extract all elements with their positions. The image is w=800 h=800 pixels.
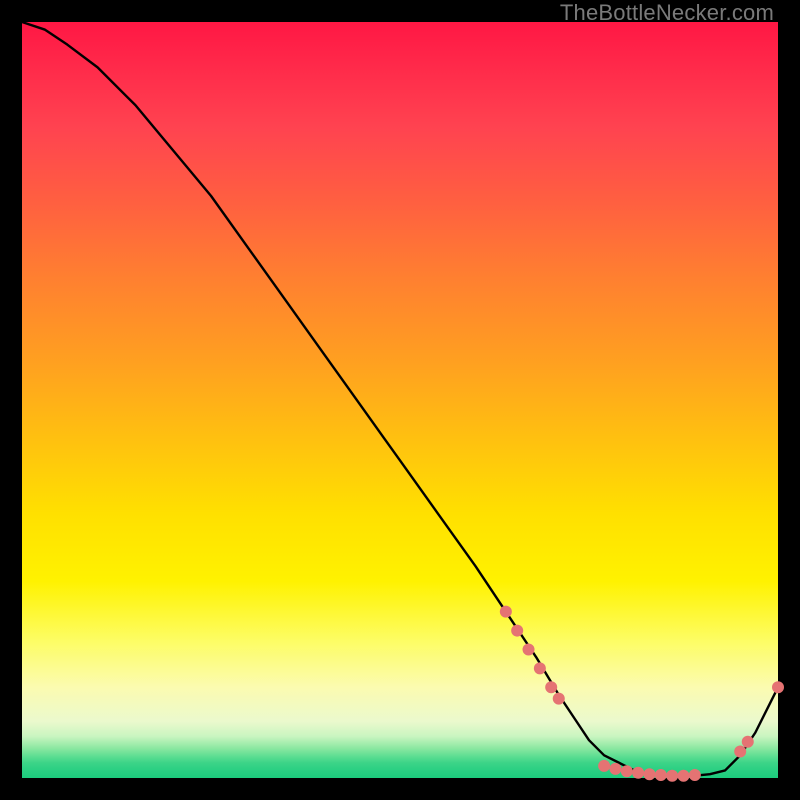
data-marker <box>553 693 565 705</box>
bottleneck-curve-svg <box>22 22 778 778</box>
data-marker <box>772 681 784 693</box>
data-marker <box>734 746 746 758</box>
data-marker <box>523 643 535 655</box>
data-marker <box>545 681 557 693</box>
data-marker <box>666 770 678 782</box>
data-marker <box>689 769 701 781</box>
data-marker <box>621 765 633 777</box>
data-marker <box>500 606 512 618</box>
data-marker <box>598 760 610 772</box>
marker-group <box>500 606 784 782</box>
data-marker <box>511 625 523 637</box>
data-marker <box>655 769 667 781</box>
data-marker <box>632 767 644 779</box>
data-marker <box>742 736 754 748</box>
data-marker <box>678 770 690 782</box>
data-marker <box>609 763 621 775</box>
data-marker <box>534 662 546 674</box>
chart-frame <box>22 22 778 778</box>
bottleneck-curve-path <box>22 22 778 776</box>
data-marker <box>643 768 655 780</box>
